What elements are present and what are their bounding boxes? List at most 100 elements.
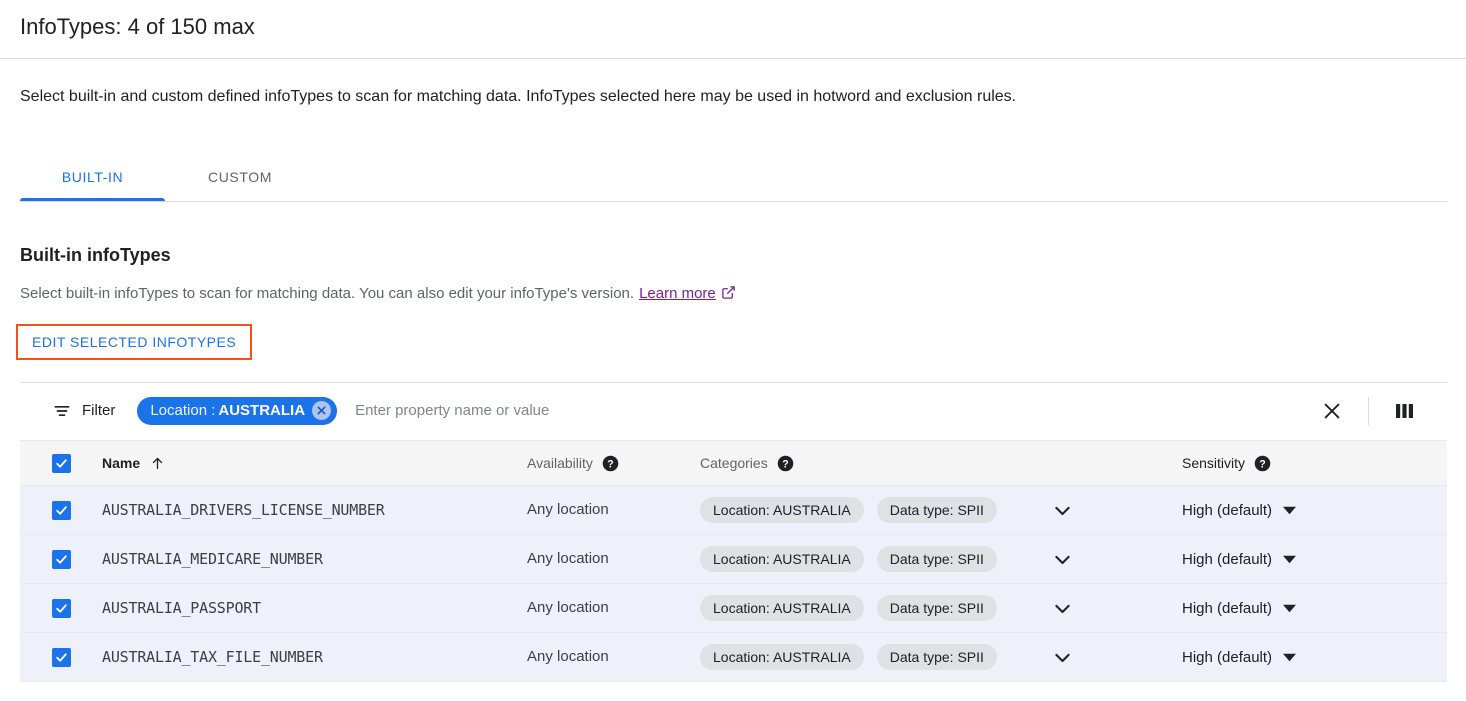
row-availability-cell: Any location bbox=[527, 599, 700, 617]
table-header-row: Name Availability ? bbox=[20, 441, 1447, 486]
select-all-cell bbox=[20, 454, 102, 473]
availability-help-icon[interactable]: ? bbox=[602, 455, 619, 472]
row-sensitivity-cell: High (default) bbox=[1182, 649, 1447, 666]
filter-bar: Filter Location : AUSTRALIA bbox=[20, 382, 1447, 438]
category-chip-location: Location: AUSTRALIA bbox=[700, 546, 864, 572]
section-description-row: Select built-in infoTypes to scan for ma… bbox=[20, 283, 736, 305]
sensitivity-dropdown[interactable]: High (default) bbox=[1182, 649, 1296, 666]
column-header-categories-label: Categories bbox=[700, 455, 768, 471]
filter-chip-close-icon[interactable] bbox=[312, 401, 331, 420]
column-header-categories: Categories ? bbox=[700, 455, 1182, 472]
infotypes-dialog: InfoTypes: 4 of 150 max Select built-in … bbox=[0, 0, 1466, 701]
caret-down-icon bbox=[1283, 555, 1296, 564]
infotype-availability: Any location bbox=[527, 648, 609, 665]
chevron-down-icon[interactable] bbox=[1052, 598, 1073, 619]
clear-filters-icon[interactable] bbox=[1310, 389, 1354, 433]
row-sensitivity-cell: High (default) bbox=[1182, 502, 1447, 519]
learn-more-link[interactable]: Learn more bbox=[639, 283, 716, 305]
column-settings-icon[interactable] bbox=[1383, 389, 1427, 433]
row-categories-cell: Location: AUSTRALIA Data type: SPII bbox=[700, 497, 1182, 523]
sort-arrow-up-icon bbox=[150, 455, 165, 472]
external-link-icon bbox=[721, 285, 736, 307]
tab-bar-divider bbox=[20, 201, 1447, 202]
row-name-cell: AUSTRALIA_PASSPORT bbox=[102, 599, 527, 618]
category-chip-location: Location: AUSTRALIA bbox=[700, 497, 864, 523]
row-select-cell bbox=[20, 501, 102, 520]
sensitivity-value: High (default) bbox=[1182, 649, 1272, 666]
row-availability-cell: Any location bbox=[527, 501, 700, 519]
column-header-availability: Availability ? bbox=[527, 455, 700, 472]
sensitivity-value: High (default) bbox=[1182, 551, 1272, 568]
infotype-name: AUSTRALIA_TAX_FILE_NUMBER bbox=[102, 648, 323, 666]
filter-input[interactable] bbox=[353, 396, 1310, 426]
svg-text:?: ? bbox=[607, 458, 613, 470]
row-sensitivity-cell: High (default) bbox=[1182, 551, 1447, 568]
column-header-name-label: Name bbox=[102, 455, 140, 471]
svg-text:?: ? bbox=[1259, 458, 1265, 470]
column-header-name[interactable]: Name bbox=[102, 455, 527, 472]
infotype-availability: Any location bbox=[527, 550, 609, 567]
table-row[interactable]: AUSTRALIA_MEDICARE_NUMBER Any location L… bbox=[20, 535, 1447, 584]
toolbar-divider bbox=[1368, 397, 1369, 425]
row-checkbox[interactable] bbox=[52, 501, 71, 520]
filter-label: Filter bbox=[82, 402, 115, 419]
row-checkbox[interactable] bbox=[52, 648, 71, 667]
caret-down-icon bbox=[1283, 653, 1296, 662]
row-select-cell bbox=[20, 648, 102, 667]
table-row[interactable]: AUSTRALIA_DRIVERS_LICENSE_NUMBER Any loc… bbox=[20, 486, 1447, 535]
filter-chip-location[interactable]: Location : AUSTRALIA bbox=[137, 397, 337, 425]
table-row[interactable]: AUSTRALIA_TAX_FILE_NUMBER Any location L… bbox=[20, 633, 1447, 682]
filter-chip-key: Location : bbox=[150, 402, 215, 419]
category-chip-location: Location: AUSTRALIA bbox=[700, 644, 864, 670]
row-checkbox[interactable] bbox=[52, 550, 71, 569]
select-all-checkbox[interactable] bbox=[52, 454, 71, 473]
edit-selected-infotypes-button[interactable]: EDIT SELECTED INFOTYPES bbox=[18, 326, 250, 358]
section-title: Built-in infoTypes bbox=[20, 242, 171, 268]
sensitivity-dropdown[interactable]: High (default) bbox=[1182, 551, 1296, 568]
chevron-down-icon[interactable] bbox=[1052, 549, 1073, 570]
categories-help-icon[interactable]: ? bbox=[777, 455, 794, 472]
sensitivity-dropdown[interactable]: High (default) bbox=[1182, 600, 1296, 617]
tab-built-in[interactable]: BUILT-IN bbox=[20, 152, 165, 201]
infotype-name: AUSTRALIA_MEDICARE_NUMBER bbox=[102, 550, 323, 568]
sensitivity-help-icon[interactable]: ? bbox=[1254, 455, 1271, 472]
sensitivity-dropdown[interactable]: High (default) bbox=[1182, 502, 1296, 519]
category-chip-data-type: Data type: SPII bbox=[877, 497, 997, 523]
category-chip-data-type: Data type: SPII bbox=[877, 595, 997, 621]
sensitivity-value: High (default) bbox=[1182, 600, 1272, 617]
column-header-sensitivity: Sensitivity ? bbox=[1182, 455, 1447, 472]
sensitivity-value: High (default) bbox=[1182, 502, 1272, 519]
infotype-availability: Any location bbox=[527, 599, 609, 616]
infotype-name: AUSTRALIA_DRIVERS_LICENSE_NUMBER bbox=[102, 501, 385, 519]
row-select-cell bbox=[20, 599, 102, 618]
infotype-name: AUSTRALIA_PASSPORT bbox=[102, 599, 261, 617]
row-categories-cell: Location: AUSTRALIA Data type: SPII bbox=[700, 644, 1182, 670]
infotype-availability: Any location bbox=[527, 501, 609, 518]
row-name-cell: AUSTRALIA_DRIVERS_LICENSE_NUMBER bbox=[102, 501, 527, 520]
filter-icon[interactable] bbox=[52, 401, 72, 421]
filter-chip-value: AUSTRALIA bbox=[218, 402, 305, 419]
column-header-sensitivity-label: Sensitivity bbox=[1182, 455, 1245, 471]
row-sensitivity-cell: High (default) bbox=[1182, 600, 1447, 617]
svg-text:?: ? bbox=[782, 458, 788, 470]
row-name-cell: AUSTRALIA_MEDICARE_NUMBER bbox=[102, 550, 527, 569]
column-header-availability-label: Availability bbox=[527, 455, 593, 471]
row-checkbox[interactable] bbox=[52, 599, 71, 618]
tab-custom[interactable]: CUSTOM bbox=[181, 152, 299, 201]
tab-built-in-label: BUILT-IN bbox=[62, 169, 123, 185]
title-divider bbox=[0, 58, 1466, 59]
table-row[interactable]: AUSTRALIA_PASSPORT Any location Location… bbox=[20, 584, 1447, 633]
infotypes-table: Name Availability ? bbox=[20, 440, 1447, 682]
page-title: InfoTypes: 4 of 150 max bbox=[20, 11, 255, 43]
chevron-down-icon[interactable] bbox=[1052, 500, 1073, 521]
edit-selected-infotypes-highlight: EDIT SELECTED INFOTYPES bbox=[16, 324, 252, 360]
row-categories-cell: Location: AUSTRALIA Data type: SPII bbox=[700, 546, 1182, 572]
row-categories-cell: Location: AUSTRALIA Data type: SPII bbox=[700, 595, 1182, 621]
row-select-cell bbox=[20, 550, 102, 569]
dialog-description: Select built-in and custom defined infoT… bbox=[20, 85, 1016, 109]
category-chip-data-type: Data type: SPII bbox=[877, 546, 997, 572]
chevron-down-icon[interactable] bbox=[1052, 647, 1073, 668]
category-chip-location: Location: AUSTRALIA bbox=[700, 595, 864, 621]
tab-bar: BUILT-IN CUSTOM bbox=[0, 152, 1466, 202]
caret-down-icon bbox=[1283, 506, 1296, 515]
